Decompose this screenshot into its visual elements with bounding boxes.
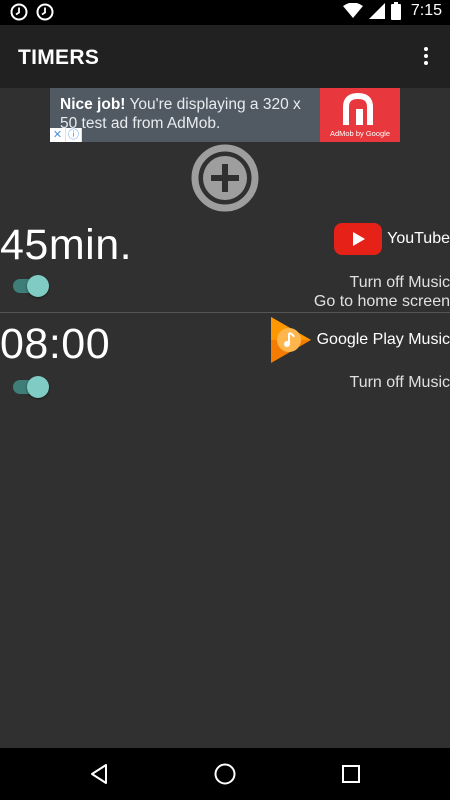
timer-toggle[interactable]	[11, 274, 49, 297]
timer-time[interactable]: 45min.	[0, 221, 132, 270]
status-bar: 7:15	[0, 0, 450, 25]
admob-logo: AdMob by Google	[320, 88, 400, 142]
back-icon[interactable]	[87, 762, 111, 786]
ad-banner[interactable]: Nice job! You're displaying a 320 x 50 t…	[50, 88, 400, 142]
wifi-icon	[342, 3, 363, 18]
timer-toggle[interactable]	[11, 375, 49, 398]
admob-logo-icon	[343, 93, 373, 125]
overflow-menu-icon[interactable]	[416, 45, 436, 69]
recents-icon[interactable]	[339, 762, 363, 786]
timer-time[interactable]: 08:00	[0, 320, 110, 369]
timer-action: Turn off Music	[349, 374, 450, 391]
add-timer-button[interactable]	[190, 143, 260, 213]
app-bar: TIMERS	[0, 25, 450, 88]
timer-app: YouTube	[333, 222, 450, 256]
youtube-icon	[334, 223, 383, 255]
page-title: TIMERS	[18, 46, 100, 69]
cell-signal-icon	[368, 3, 385, 19]
ad-info-icon[interactable]: ⓘ	[66, 128, 82, 142]
admob-logo-text: AdMob by Google	[329, 129, 391, 138]
ad-choices[interactable]: ✕ ⓘ	[50, 128, 82, 142]
status-left	[10, 3, 54, 21]
timer-action: Go to home screen	[313, 293, 450, 310]
alarm-icon	[36, 3, 54, 21]
ad-text-bold: Nice job!	[60, 96, 126, 113]
navigation-bar	[0, 748, 450, 800]
alarm-icon	[10, 3, 28, 21]
timer-app-name: Google Play Music	[316, 331, 450, 348]
ad-text: Nice job! You're displaying a 320 x 50 t…	[60, 95, 322, 133]
status-time: 7:15	[410, 2, 442, 19]
timer-item[interactable]: 08:00 Google Play Music Turn off Music	[0, 313, 450, 403]
home-icon[interactable]	[213, 762, 237, 786]
timer-action: Turn off Music	[349, 274, 450, 291]
timer-app: Google Play Music	[269, 315, 450, 365]
status-right: 7:15	[342, 2, 442, 20]
ad-close-icon[interactable]: ✕	[50, 128, 66, 142]
google-play-music-icon	[270, 317, 311, 363]
battery-icon	[390, 2, 401, 20]
timer-app-name: YouTube	[387, 230, 450, 247]
timer-item[interactable]: 45min. YouTube Turn off Music Go to home…	[0, 213, 450, 312]
